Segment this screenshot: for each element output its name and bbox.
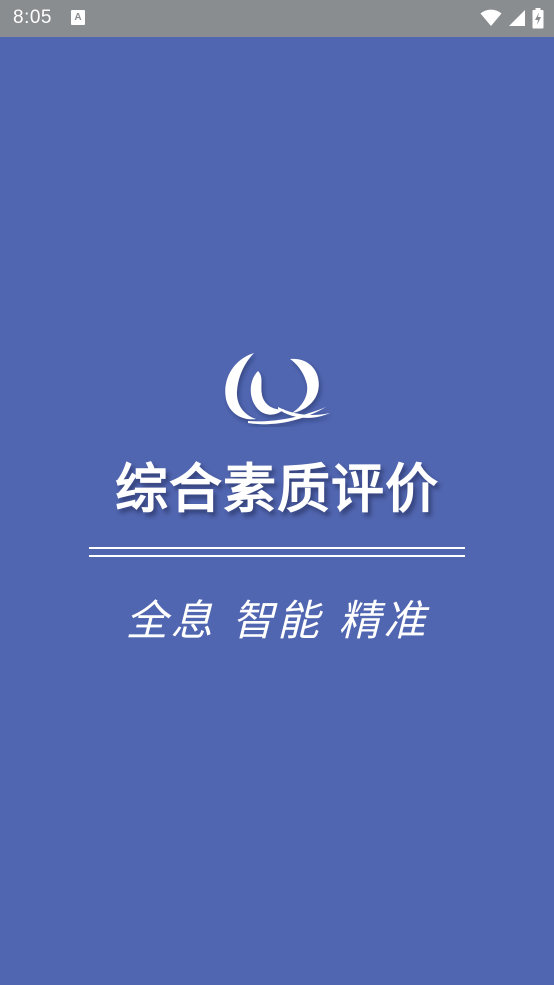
status-time: 8:05	[13, 7, 52, 28]
battery-charging-icon	[532, 7, 544, 28]
status-bar: 8:05 A	[0, 0, 554, 37]
signal-icon	[509, 10, 525, 26]
app-slogan: 全息 智能 精准	[125, 596, 429, 645]
wifi-icon	[480, 9, 502, 26]
divider-line-bottom	[89, 555, 465, 557]
divider-line-top	[89, 547, 465, 549]
status-icons	[480, 7, 544, 29]
notification-a-icon: A	[71, 10, 85, 25]
app-title: 综合素质评价	[115, 459, 439, 520]
splash-screen: 综合素质评价 全息 智能 精准	[0, 37, 554, 985]
swirl-q-logo-icon	[225, 353, 330, 425]
